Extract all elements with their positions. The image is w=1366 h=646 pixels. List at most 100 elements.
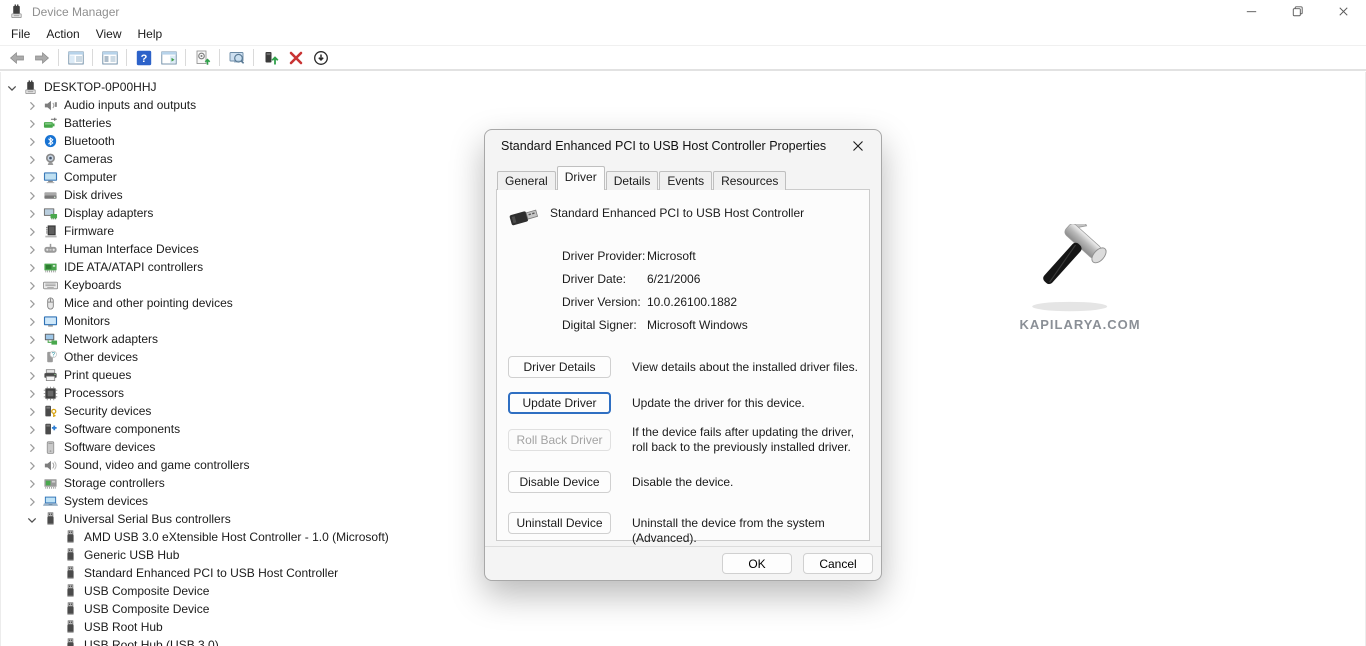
tree-chevron-icon[interactable] [25, 206, 43, 221]
usb-icon [63, 566, 79, 581]
forward-icon[interactable] [29, 47, 54, 69]
tree-chevron-icon[interactable] [25, 404, 43, 419]
software-device-icon [43, 440, 59, 455]
camera-icon [43, 152, 59, 167]
close-button[interactable] [1320, 0, 1366, 23]
tab-general[interactable]: General [497, 171, 556, 190]
roll-back-description: If the device fails after updating the d… [632, 425, 869, 455]
ok-button[interactable]: OK [722, 553, 792, 574]
tree-chevron-icon[interactable] [25, 152, 43, 167]
disable-device-icon[interactable] [308, 47, 333, 69]
remote-computer-icon[interactable] [224, 47, 249, 69]
disable-device-button[interactable]: Disable Device [508, 471, 611, 493]
tree-chevron-icon[interactable] [25, 494, 43, 509]
tree-chevron-icon[interactable] [25, 278, 43, 293]
dialog-close-icon[interactable] [850, 138, 868, 156]
tab-details[interactable]: Details [606, 171, 659, 190]
device-name: Standard Enhanced PCI to USB Host Contro… [550, 206, 804, 220]
properties-dialog: Standard Enhanced PCI to USB Host Contro… [484, 129, 882, 581]
tree-chevron-icon[interactable] [25, 458, 43, 473]
restore-button[interactable] [1274, 0, 1320, 23]
watermark-text: KAPILARYA.COM [1018, 317, 1142, 332]
tree-chevron-icon[interactable] [25, 134, 43, 149]
tree-chevron-icon[interactable] [25, 170, 43, 185]
tree-item-usb-composite-2[interactable]: USB Composite Device [1, 600, 1365, 618]
driver-tab-page: Standard Enhanced PCI to USB Host Contro… [496, 189, 870, 541]
tree-chevron-icon[interactable] [25, 98, 43, 113]
properties-icon[interactable] [97, 47, 122, 69]
tree-item-label: Disk drives [64, 188, 123, 202]
bluetooth-icon [43, 134, 59, 149]
tree-item-label: Print queues [64, 368, 131, 382]
disk-icon [43, 188, 59, 203]
tree-chevron-icon[interactable] [25, 512, 43, 527]
tree-item-label: Mice and other pointing devices [64, 296, 233, 310]
usb-icon [63, 530, 79, 545]
tree-chevron-icon[interactable] [25, 224, 43, 239]
back-icon[interactable] [4, 47, 29, 69]
sound-icon [43, 458, 59, 473]
firmware-icon [43, 224, 59, 239]
menu-file[interactable]: File [3, 24, 38, 44]
tree-chevron-icon[interactable] [25, 350, 43, 365]
tree-chevron-icon[interactable] [25, 296, 43, 311]
tree-chevron-icon[interactable] [25, 314, 43, 329]
tree-chevron-spacer [45, 638, 63, 646]
tree-chevron-icon[interactable] [25, 260, 43, 275]
tree-item-desktop[interactable]: DESKTOP-0P00HHJ [1, 78, 1365, 96]
tree-chevron-icon[interactable] [25, 422, 43, 437]
tree-chevron-icon[interactable] [25, 116, 43, 131]
tree-chevron-icon[interactable] [25, 242, 43, 257]
dialog-footer: OK Cancel [485, 546, 881, 580]
show-console-tree-icon[interactable] [63, 47, 88, 69]
svg-text:?: ? [140, 53, 147, 65]
uninstall-device-icon[interactable] [283, 47, 308, 69]
tree-chevron-icon[interactable] [25, 332, 43, 347]
minimize-button[interactable] [1228, 0, 1274, 23]
tree-chevron-icon[interactable] [25, 476, 43, 491]
menu-action[interactable]: Action [38, 24, 87, 44]
tree-chevron-icon[interactable] [25, 368, 43, 383]
tree-chevron-spacer [45, 530, 63, 545]
uninstall-device-description: Uninstall the device from the system (Ad… [632, 516, 869, 546]
tree-chevron-icon[interactable] [25, 188, 43, 203]
tree-item-label: Processors [64, 386, 124, 400]
toolbar-separator [58, 49, 59, 66]
tree-chevron-icon[interactable] [25, 386, 43, 401]
tab-driver[interactable]: Driver [557, 166, 605, 190]
tree-item-audio-inputs[interactable]: Audio inputs and outputs [1, 96, 1365, 114]
update-driver-icon[interactable] [258, 47, 283, 69]
help-icon[interactable]: ? [131, 47, 156, 69]
tree-item-usb-composite-1[interactable]: USB Composite Device [1, 582, 1365, 600]
tab-resources[interactable]: Resources [713, 171, 786, 190]
tree-item-usb-root-hub-30[interactable]: USB Root Hub (USB 3.0) [1, 636, 1365, 646]
tab-events[interactable]: Events [659, 171, 712, 190]
driver-date-label: Driver Date: [562, 272, 626, 286]
tree-item-label: USB Root Hub (USB 3.0) [84, 638, 219, 646]
cancel-button[interactable]: Cancel [803, 553, 873, 574]
tree-item-label: AMD USB 3.0 eXtensible Host Controller -… [84, 530, 389, 544]
update-driver-button[interactable]: Update Driver [508, 392, 611, 414]
ide-icon [43, 260, 59, 275]
usb-icon [63, 602, 79, 617]
tree-item-label: DESKTOP-0P00HHJ [44, 80, 156, 94]
tree-chevron-icon[interactable] [25, 440, 43, 455]
tree-chevron-icon[interactable] [5, 80, 23, 95]
disable-device-description: Disable the device. [632, 475, 869, 490]
tree-item-label: Bluetooth [64, 134, 115, 148]
uninstall-device-button[interactable]: Uninstall Device [508, 512, 611, 534]
driver-details-button[interactable]: Driver Details [508, 356, 611, 378]
menu-help[interactable]: Help [130, 24, 171, 44]
tree-item-label: IDE ATA/ATAPI controllers [64, 260, 203, 274]
tree-item-label: Generic USB Hub [84, 548, 179, 562]
window-titlebar: Device Manager [0, 0, 1366, 23]
processor-icon [43, 386, 59, 401]
tree-item-usb-root-hub[interactable]: USB Root Hub [1, 618, 1365, 636]
tree-item-label: Software components [64, 422, 180, 436]
usb-icon [43, 512, 59, 527]
action-pane-icon[interactable] [156, 47, 181, 69]
hammer-icon [1027, 224, 1133, 314]
driver-details-description: View details about the installed driver … [632, 360, 869, 375]
scan-hardware-icon[interactable] [190, 47, 215, 69]
menu-view[interactable]: View [88, 24, 130, 44]
